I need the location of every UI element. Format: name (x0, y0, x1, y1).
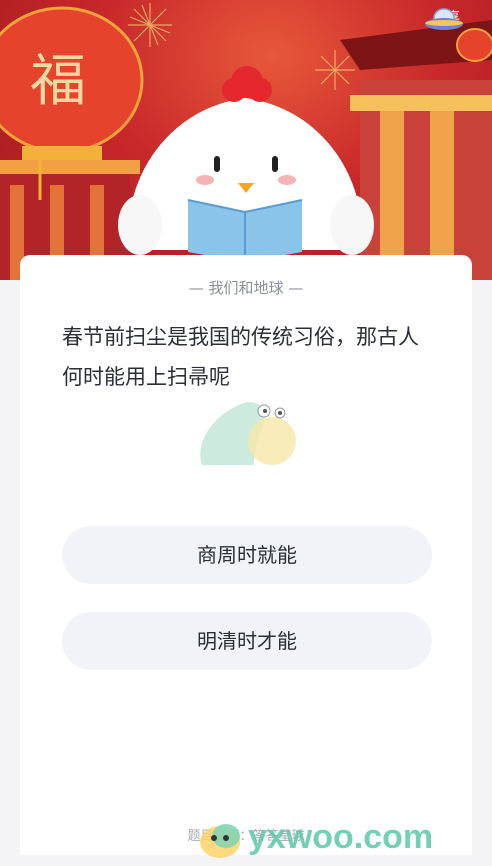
snail-mascot-icon (200, 401, 296, 465)
quiz-source-label: — 我们和地球 — (188, 279, 304, 297)
quiz-card: — 我们和地球 — 春节前扫尘是我国的传统习俗，那古人何时能用上扫帚呢 商周时就… (20, 255, 472, 855)
festival-banner: 福 分享 (0, 0, 492, 280)
share-button[interactable]: 分享 (424, 6, 470, 30)
chick-mascot-icon (118, 66, 374, 262)
banner-illustration: 福 (0, 3, 492, 280)
watermark-logo-icon: yxwoo.com (200, 818, 433, 858)
question-text: 春节前扫尘是我国的传统习俗，那古人何时能用上扫帚呢 (62, 325, 419, 389)
watermark-text: yxwoo.com (248, 818, 433, 856)
ufo-share-icon (425, 8, 463, 30)
site-watermark: yxwoo.com (196, 812, 492, 862)
option-button-2[interactable]: 明清时才能 (62, 612, 432, 670)
fu-character: 福 (30, 49, 86, 114)
option-button-1[interactable]: 商周时就能 (62, 526, 432, 584)
